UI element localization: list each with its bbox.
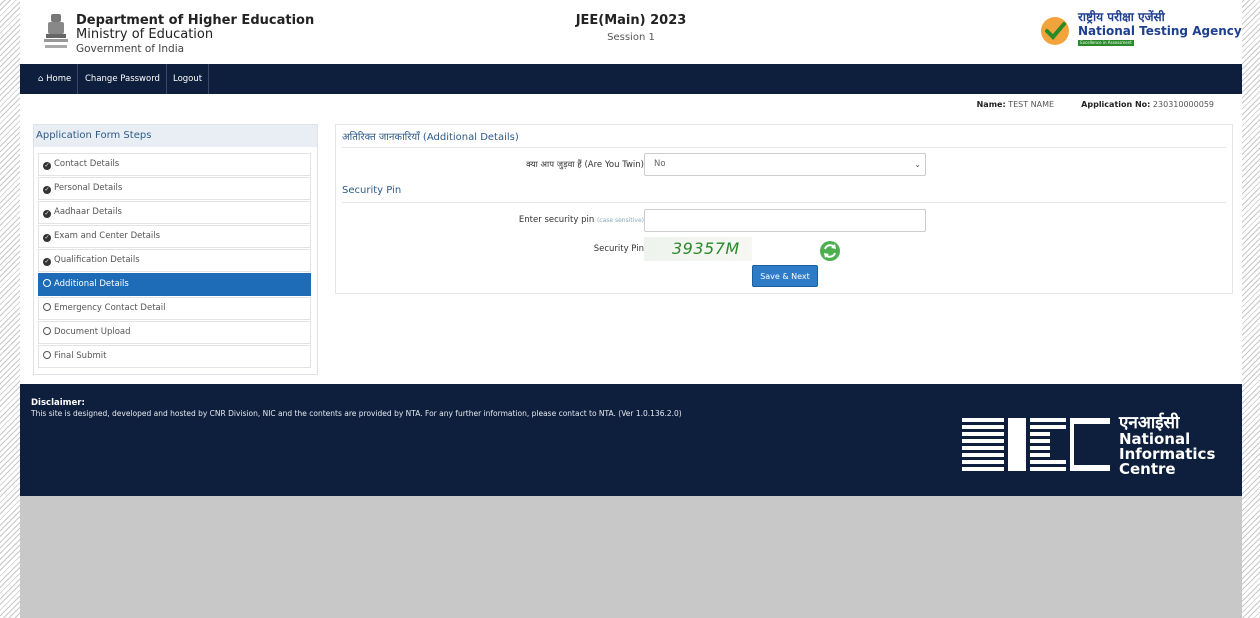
government-title: Government of India bbox=[76, 43, 185, 55]
check-circle-icon: ✓ bbox=[43, 258, 51, 266]
clock-icon bbox=[43, 351, 51, 359]
save-next-button[interactable]: Save & Next bbox=[752, 265, 818, 287]
check-circle-icon: ✓ bbox=[43, 186, 51, 194]
nta-logo: राष्ट्रीय परीक्षा एजेंसी National Testin… bbox=[1040, 8, 1242, 52]
nic-name-line: Centre bbox=[1119, 460, 1176, 478]
check-circle-icon: ✓ bbox=[43, 162, 51, 170]
application-no-value: 230310000059 bbox=[1152, 100, 1214, 109]
name-value: TEST NAME bbox=[1008, 100, 1055, 109]
nav-logout-link[interactable]: Logout bbox=[167, 64, 210, 94]
step-item[interactable]: ✓ Qualification Details bbox=[38, 249, 311, 272]
refresh-captcha-icon[interactable] bbox=[819, 240, 841, 262]
nic-logo-icon bbox=[962, 418, 1110, 471]
step-label: Exam and Center Details bbox=[54, 231, 161, 241]
step-label: Aadhaar Details bbox=[54, 207, 122, 217]
pin-label-hint: (case sensitive) bbox=[596, 217, 644, 224]
security-pin-input[interactable] bbox=[644, 209, 926, 232]
application-steps-panel: Application Form Steps ✓ Contact Details ✓… bbox=[33, 124, 318, 375]
section-divider bbox=[342, 147, 1226, 148]
disclaimer-title: Disclaimer: bbox=[31, 398, 85, 408]
clock-icon bbox=[43, 303, 51, 311]
chevron-down-icon: ⌄ bbox=[914, 160, 921, 169]
page-background-area bbox=[20, 496, 1242, 618]
steps-title: Application Form Steps bbox=[34, 125, 317, 147]
step-label: Additional Details bbox=[54, 279, 129, 289]
step-label: Emergency Contact Detail bbox=[54, 303, 166, 313]
section-security-pin-title: Security Pin bbox=[342, 185, 402, 196]
check-circle-icon: ✓ bbox=[43, 210, 51, 218]
step-item[interactable]: Additional Details bbox=[38, 273, 311, 296]
step-label: Final Submit bbox=[54, 351, 107, 361]
twin-select-value: No bbox=[654, 159, 666, 169]
step-item[interactable]: Emergency Contact Detail bbox=[38, 297, 311, 320]
nic-english-name: National Informatics Centre bbox=[1119, 432, 1215, 477]
step-item[interactable]: ✓ Personal Details bbox=[38, 177, 311, 200]
nta-check-icon bbox=[1041, 17, 1069, 45]
section-additional-details-title: अतिरिक्त जानकारियाँ (Additional Details) bbox=[342, 132, 519, 143]
step-label: Document Upload bbox=[54, 327, 131, 337]
additional-details-form: अतिरिक्त जानकारियाँ (Additional Details)… bbox=[335, 124, 1233, 294]
step-label: Contact Details bbox=[54, 159, 120, 169]
footer: Disclaimer: This site is designed, devel… bbox=[20, 384, 1242, 496]
security-pin-input-label: Enter security pin (case sensitive) bbox=[519, 215, 644, 225]
section-divider bbox=[342, 202, 1226, 203]
twin-select[interactable]: No ⌄ bbox=[644, 153, 926, 176]
step-label: Qualification Details bbox=[54, 255, 140, 265]
step-item[interactable]: Document Upload bbox=[38, 321, 311, 344]
captcha-image: 39357M bbox=[644, 237, 752, 261]
user-info: Name: TEST NAME Application No: 23031000… bbox=[977, 100, 1214, 109]
nta-tagline: Excellence in Assessment bbox=[1078, 40, 1134, 46]
nav-home-link[interactable]: ⌂ Home bbox=[32, 64, 79, 94]
step-item[interactable]: Final Submit bbox=[38, 345, 311, 368]
name-label: Name: bbox=[976, 100, 1006, 109]
disclaimer-text: This site is designed, developed and hos… bbox=[31, 409, 682, 418]
application-no-label: Application No: bbox=[1081, 100, 1151, 109]
nav-change-password-link[interactable]: Change Password bbox=[79, 64, 167, 94]
nta-english-name: National Testing Agency bbox=[1078, 24, 1242, 38]
pin-label-text: Enter security pin bbox=[518, 215, 595, 225]
check-circle-icon: ✓ bbox=[43, 234, 51, 242]
nta-hindi-name: राष्ट्रीय परीक्षा एजेंसी bbox=[1078, 10, 1165, 24]
clock-icon bbox=[43, 279, 51, 287]
step-label: Personal Details bbox=[54, 183, 123, 193]
step-item[interactable]: ✓ Contact Details bbox=[38, 153, 311, 176]
step-item[interactable]: ✓ Exam and Center Details bbox=[38, 225, 311, 248]
captcha-label: Security Pin bbox=[593, 244, 644, 254]
home-icon: ⌂ bbox=[38, 74, 44, 84]
page: Department of Higher Education Ministry … bbox=[20, 0, 1242, 618]
navbar: ⌂ Home Change Password Logout bbox=[20, 64, 1242, 94]
clock-icon bbox=[43, 327, 51, 335]
header: Department of Higher Education Ministry … bbox=[20, 0, 1242, 64]
step-item[interactable]: ✓ Aadhaar Details bbox=[38, 201, 311, 224]
nav-home-label: Home bbox=[46, 74, 72, 84]
twin-label: क्या आप जुड़वा हैं (Are You Twin) bbox=[526, 160, 644, 170]
